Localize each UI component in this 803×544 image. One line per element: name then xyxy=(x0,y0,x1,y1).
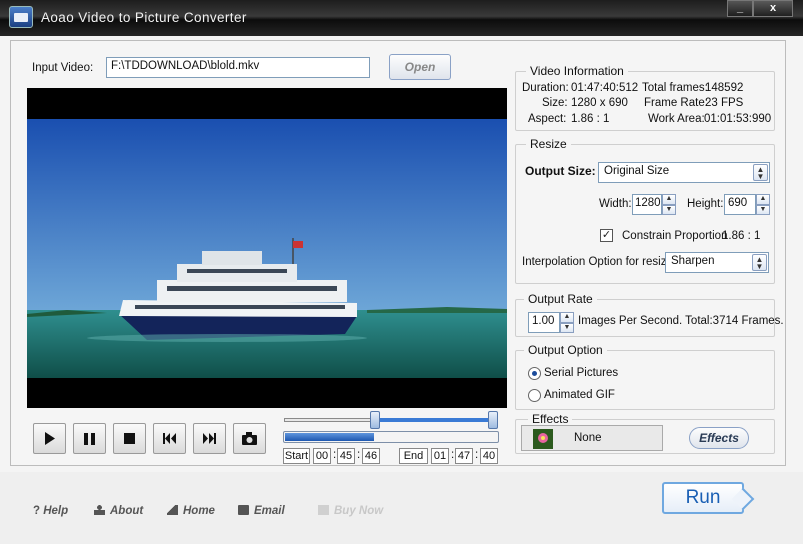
close-button[interactable]: x xyxy=(753,0,793,17)
video-frame-image xyxy=(27,119,507,378)
duration-label: Duration: xyxy=(522,82,569,94)
aspect-value: 1.86 : 1 xyxy=(571,113,610,125)
interpolation-value: Sharpen xyxy=(671,255,715,267)
run-button[interactable]: Run xyxy=(662,482,744,514)
effects-title: Effects xyxy=(528,412,573,426)
input-video-label: Input Video: xyxy=(32,62,94,74)
aspect-label: Aspect: xyxy=(528,113,567,125)
height-label: Height: xyxy=(687,198,724,210)
camera-icon xyxy=(242,432,257,445)
stop-button[interactable] xyxy=(113,423,146,454)
cart-icon xyxy=(318,505,329,515)
frame-rate-value: 23 FPS xyxy=(705,97,744,109)
about-link[interactable]: About xyxy=(94,505,143,517)
constrain-label: Constrain Proportion xyxy=(622,230,728,242)
progress-bar[interactable] xyxy=(283,431,499,443)
rewind-icon xyxy=(163,433,176,444)
open-button[interactable]: Open xyxy=(389,54,451,80)
serial-pictures-label: Serial Pictures xyxy=(544,367,619,379)
video-preview xyxy=(27,88,507,408)
end-hours[interactable]: 01 xyxy=(431,448,449,464)
interpolation-select[interactable]: Sharpen ▲ ▼ xyxy=(665,252,769,273)
height-field[interactable]: 690 xyxy=(724,194,756,215)
effects-value: None xyxy=(574,432,602,444)
effects-preview: None xyxy=(521,425,663,451)
end-slider-thumb[interactable] xyxy=(488,411,498,429)
width-field[interactable]: 1280 xyxy=(632,194,662,215)
output-size-label: Output Size: xyxy=(525,164,596,178)
previous-button[interactable] xyxy=(153,423,186,454)
duration-value: 01:47:40:512 xyxy=(571,82,639,94)
pause-icon xyxy=(84,433,95,445)
title-bar: Aoao Video to Picture Converter _ x xyxy=(0,0,803,36)
size-label: Size: xyxy=(542,97,568,109)
animated-gif-radio[interactable] xyxy=(528,389,541,402)
effects-button[interactable]: Effects xyxy=(689,427,749,449)
resize-title: Resize xyxy=(526,137,571,151)
app-window: Aoao Video to Picture Converter _ x Inpu… xyxy=(0,0,803,544)
work-area-label: Work Area: xyxy=(648,113,705,125)
snapshot-button[interactable] xyxy=(233,423,266,454)
range-slider[interactable] xyxy=(284,411,498,431)
start-seconds[interactable]: 46 xyxy=(362,448,380,464)
end-minutes[interactable]: 47 xyxy=(455,448,473,464)
total-frames-value: 148592 xyxy=(705,82,744,94)
animated-gif-label: Animated GIF xyxy=(544,389,615,401)
output-size-select[interactable]: Original Size ▲ ▼ xyxy=(598,162,770,183)
input-video-field[interactable]: F:\TDDOWNLOAD\blold.mkv xyxy=(106,57,370,78)
email-link[interactable]: Email xyxy=(238,505,285,517)
output-size-value: Original Size xyxy=(604,165,670,177)
play-icon xyxy=(45,432,55,445)
rate-text: Images Per Second. Total:3714 Frames. xyxy=(578,315,784,327)
serial-pictures-radio[interactable] xyxy=(528,367,541,380)
envelope-icon xyxy=(238,505,249,515)
window-title: Aoao Video to Picture Converter xyxy=(41,10,247,25)
start-hours[interactable]: 00 xyxy=(313,448,331,464)
play-button[interactable] xyxy=(33,423,66,454)
work-area-value: 01:01:53:990 xyxy=(704,113,772,125)
help-link[interactable]: ? Help xyxy=(33,505,68,517)
output-rate-title: Output Rate xyxy=(524,292,597,306)
buy-now-link[interactable]: Buy Now xyxy=(318,505,383,517)
end-seconds[interactable]: 40 xyxy=(480,448,498,464)
start-label: Start xyxy=(283,448,310,464)
output-option-group xyxy=(515,350,775,410)
help-icon: ? xyxy=(33,505,41,517)
start-minutes[interactable]: 45 xyxy=(337,448,355,464)
pause-button[interactable] xyxy=(73,423,106,454)
dropdown-updown-icon: ▲ ▼ xyxy=(753,164,768,181)
minimize-button[interactable]: _ xyxy=(727,0,753,17)
width-label: Width: xyxy=(599,198,632,210)
rate-spinner[interactable]: ▲ ▼ xyxy=(560,312,574,333)
total-frames-label: Total frames: xyxy=(642,82,708,94)
video-info-title: Video Information xyxy=(526,64,628,78)
rate-field[interactable]: 1.00 xyxy=(528,312,560,333)
frame-rate-label: Frame Rate: xyxy=(644,97,708,109)
start-slider-thumb[interactable] xyxy=(369,411,380,429)
size-value: 1280 x 690 xyxy=(571,97,628,109)
flower-icon xyxy=(533,429,553,449)
height-spinner[interactable]: ▲ ▼ xyxy=(756,194,770,215)
width-spinner[interactable]: ▲ ▼ xyxy=(662,194,676,215)
constrain-ratio: 1.86 : 1 xyxy=(722,230,761,242)
app-logo-icon xyxy=(9,6,33,28)
person-icon xyxy=(94,505,105,515)
fast-forward-icon xyxy=(203,433,216,444)
home-link[interactable]: Home xyxy=(167,505,215,517)
output-option-title: Output Option xyxy=(524,343,607,357)
constrain-checkbox[interactable]: ✓ xyxy=(600,229,613,242)
next-button[interactable] xyxy=(193,423,226,454)
home-icon xyxy=(167,505,178,515)
dropdown-updown-icon: ▲ ▼ xyxy=(752,254,767,271)
interpolation-label: Interpolation Option for resize: xyxy=(522,256,677,268)
stop-icon xyxy=(124,433,135,444)
end-label: End xyxy=(399,448,428,464)
